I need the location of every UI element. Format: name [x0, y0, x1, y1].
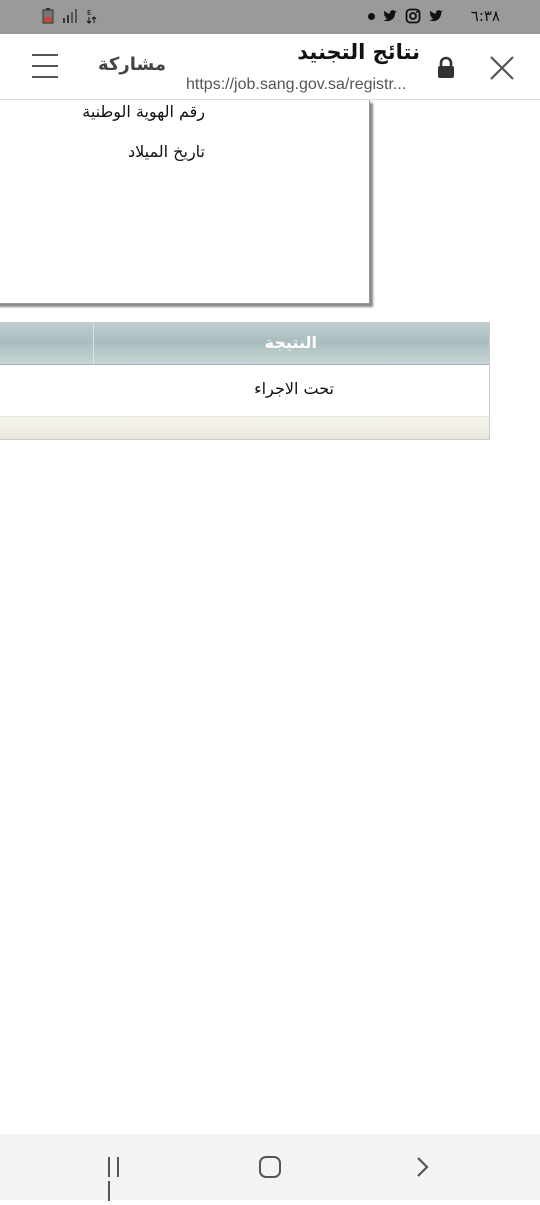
svg-text:E: E	[87, 9, 91, 17]
result-table-footer	[0, 417, 489, 439]
back-icon[interactable]	[412, 1156, 434, 1178]
result-header-label: النتيجة	[264, 333, 317, 352]
birth-date-label: تاريخ الميلاد	[128, 142, 205, 161]
page-title: نتائج التجنيد	[297, 40, 420, 64]
header-divider	[93, 323, 94, 365]
status-time: ٦:٣٨	[470, 7, 500, 25]
table-row: تحت الاجراء	[0, 365, 489, 417]
result-table-header: النتيجة	[0, 323, 489, 365]
status-bar: E ٦:٣٨	[0, 0, 540, 34]
close-icon[interactable]	[488, 54, 516, 82]
applicant-info-box: رقم الهوية الوطنية تاريخ الميلاد	[0, 100, 370, 304]
system-nav-bar	[0, 1134, 540, 1201]
page-url[interactable]: https://job.sang.gov.sa/registr...	[186, 76, 418, 94]
browser-toolbar: نتائج التجنيد https://job.sang.gov.sa/re…	[0, 34, 540, 100]
menu-icon[interactable]	[32, 54, 58, 80]
instagram-icon	[405, 8, 421, 24]
result-table: النتيجة تحت الاجراء	[0, 322, 490, 440]
twitter-icon	[383, 10, 397, 22]
battery-icon	[42, 8, 54, 24]
share-button[interactable]: مشاركة	[98, 54, 166, 75]
result-status-value: تحت الاجراء	[254, 379, 334, 398]
lock-icon	[438, 56, 454, 78]
recent-apps-icon[interactable]	[108, 1157, 132, 1201]
national-id-label: رقم الهوية الوطنية	[82, 102, 205, 121]
twitter-icon	[429, 10, 443, 22]
signal-icon	[63, 9, 77, 23]
data-arrows-icon: E	[86, 9, 97, 24]
home-icon[interactable]	[259, 1156, 281, 1178]
status-icons-left: E	[40, 8, 100, 24]
notification-dot-icon	[368, 12, 375, 20]
status-icons-right	[368, 8, 444, 24]
